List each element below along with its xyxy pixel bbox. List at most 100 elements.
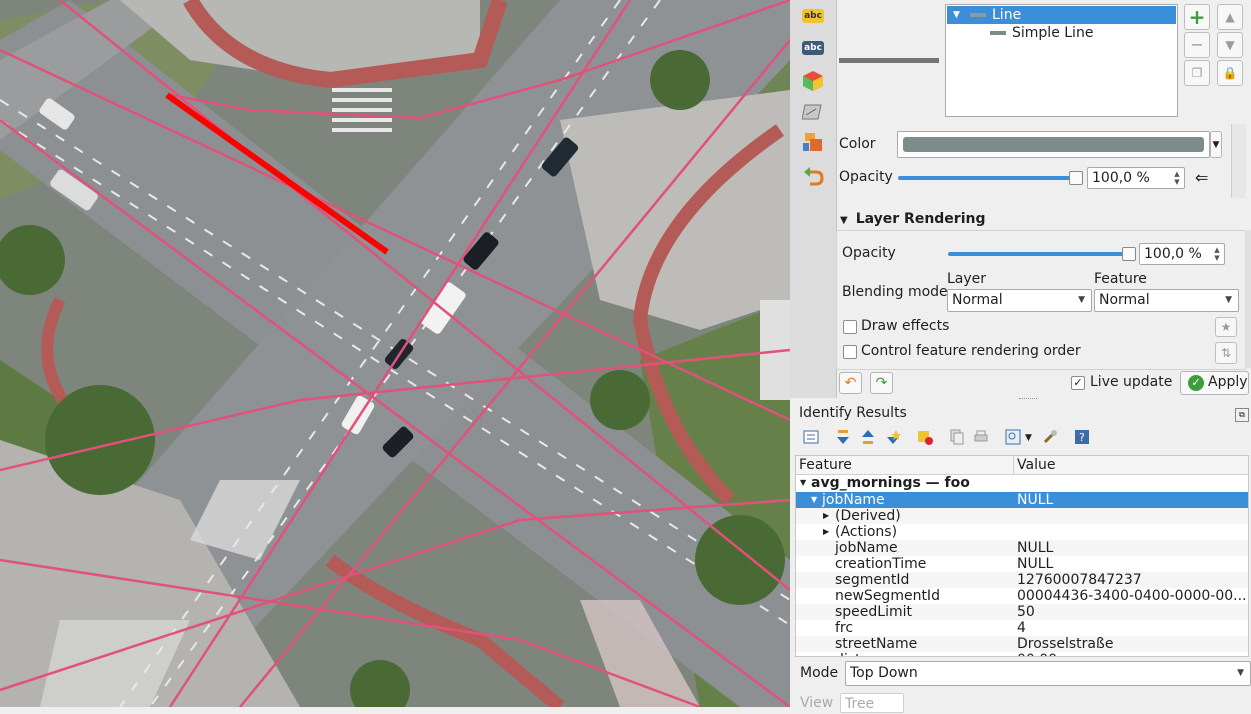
opacity-slider-track[interactable] xyxy=(898,176,1072,180)
expand-all-icon[interactable] xyxy=(835,429,853,447)
map-canvas[interactable] xyxy=(0,0,790,707)
symbol-layer-tree[interactable]: ▼ Line Simple Line xyxy=(945,4,1178,117)
data-defined-override-icon[interactable]: ⇐ xyxy=(1195,168,1217,188)
identify-row[interactable]: creationTime NULL xyxy=(796,556,1248,572)
add-symbol-layer-button[interactable]: + xyxy=(1184,4,1210,30)
expand-view-icon[interactable] xyxy=(803,429,821,447)
mode-value: Top Down xyxy=(850,665,918,681)
tree-item-line[interactable]: ▼ Line xyxy=(947,6,1176,24)
move-up-button[interactable]: ▲ xyxy=(1217,4,1243,30)
identify-row[interactable]: ▶ (Actions) xyxy=(796,524,1248,540)
feature-blend-select[interactable]: Normal ▼ xyxy=(1094,289,1239,312)
identify-row[interactable]: ▶ (Derived) xyxy=(796,508,1248,524)
column-header-value[interactable]: Value xyxy=(1017,456,1055,474)
history-icon[interactable] xyxy=(802,166,824,188)
field-name: jobName xyxy=(822,492,885,508)
layer-opacity-slider-handle[interactable] xyxy=(1122,247,1136,261)
color-swatch xyxy=(903,137,1204,152)
view-label: View xyxy=(800,695,834,711)
spin-arrows-icon[interactable]: ▲ ▼ xyxy=(1172,170,1182,186)
control-order-label: Control feature rendering order xyxy=(861,343,1081,359)
print-icon[interactable] xyxy=(973,429,991,447)
layer-opacity-spinbox[interactable]: 100,0 % ▲ ▼ xyxy=(1139,243,1225,265)
settings-wrench-icon[interactable] xyxy=(1042,429,1060,447)
layer-blend-select[interactable]: Normal ▼ xyxy=(947,289,1092,312)
column-header-feature[interactable]: Feature xyxy=(799,456,852,474)
masks-icon[interactable]: abc xyxy=(802,41,824,55)
labels-icon[interactable]: abc xyxy=(802,9,824,23)
help-icon[interactable]: ? xyxy=(1074,429,1092,447)
expand-arrow-icon[interactable]: ▼ xyxy=(811,492,817,508)
identify-row[interactable]: segmentId 12760007847237 xyxy=(796,572,1248,588)
field-name: creationTime xyxy=(835,556,927,572)
layer-blend-value: Normal xyxy=(952,292,1003,308)
opacity-value: 100,0 % xyxy=(1092,170,1150,186)
field-name: (Actions) xyxy=(835,524,898,540)
view-select[interactable]: Tree xyxy=(840,693,904,713)
expand-arrow-icon[interactable]: ▶ xyxy=(823,524,829,540)
chevron-down-icon[interactable]: ▼ xyxy=(1237,662,1244,685)
3d-view-icon[interactable] xyxy=(802,70,824,92)
identify-mode-icon[interactable] xyxy=(1005,429,1023,447)
copy-feature-icon[interactable] xyxy=(949,429,967,447)
apply-label: Apply xyxy=(1208,374,1248,390)
layer-rendering-header[interactable]: ▼ Layer Rendering xyxy=(840,211,986,227)
identify-row[interactable]: frc 4 xyxy=(796,620,1248,636)
expand-arrow-icon[interactable]: ▼ xyxy=(800,475,806,491)
view-value: Tree xyxy=(845,696,875,712)
redo-button[interactable]: ↷ xyxy=(870,372,893,394)
clear-results-icon[interactable] xyxy=(917,429,935,447)
color-button[interactable] xyxy=(897,131,1210,158)
remove-symbol-layer-button[interactable]: − xyxy=(1184,32,1210,58)
collapse-arrow-icon[interactable]: ▼ xyxy=(840,215,848,226)
identify-table-header: Feature Value xyxy=(796,456,1248,475)
identify-row[interactable]: dist... 00.00 xyxy=(796,652,1248,656)
expand-arrow-icon[interactable]: ▶ xyxy=(823,508,829,524)
field-name: dist... xyxy=(835,652,874,656)
identify-row[interactable]: speedLimit 50 xyxy=(796,604,1248,620)
layer-opacity-slider-track[interactable] xyxy=(948,252,1124,256)
field-name: speedLimit xyxy=(835,604,912,620)
float-panel-icon[interactable]: ⧉ xyxy=(1235,408,1249,422)
live-update-checkbox[interactable]: ✓ xyxy=(1071,376,1085,390)
control-order-checkbox[interactable] xyxy=(843,345,857,359)
line-swatch-icon xyxy=(990,31,1006,35)
identify-row[interactable]: streetName Drosselstraße xyxy=(796,636,1248,652)
order-settings-button[interactable]: ⇅ xyxy=(1215,342,1237,364)
splitter-handle[interactable] xyxy=(1019,398,1037,402)
identify-row-selected[interactable]: ▼ jobName NULL xyxy=(796,492,1248,508)
field-value: NULL xyxy=(1017,492,1054,508)
chevron-down-icon[interactable]: ▼ xyxy=(1225,290,1232,310)
undo-button[interactable]: ↶ xyxy=(839,372,862,394)
field-value: 12760007847237 xyxy=(1017,572,1142,588)
scrollbar[interactable] xyxy=(1245,230,1251,368)
aerial-map-view[interactable] xyxy=(0,0,790,707)
identify-row[interactable]: newSegmentId 00004436-3400-0400-0000-00..… xyxy=(796,588,1248,604)
column-divider[interactable] xyxy=(1013,456,1014,474)
collapse-all-icon[interactable] xyxy=(860,429,878,447)
field-value: 00004436-3400-0400-0000-00... xyxy=(1017,588,1247,604)
identify-row[interactable]: jobName NULL xyxy=(796,540,1248,556)
color-dropdown-button[interactable]: ▼ xyxy=(1210,131,1222,158)
chevron-down-icon[interactable]: ▼ xyxy=(1078,290,1085,310)
expand-new-icon[interactable] xyxy=(885,429,903,447)
color-label: Color xyxy=(839,136,876,152)
identify-layer-row[interactable]: ▼ avg_mornings — foo xyxy=(796,475,1248,491)
effects-settings-button[interactable]: ★ xyxy=(1215,317,1237,337)
diagrams-icon[interactable] xyxy=(801,101,824,123)
draw-effects-checkbox[interactable] xyxy=(843,320,857,334)
scrollbar[interactable] xyxy=(1231,124,1246,198)
apply-button[interactable]: ✓ Apply xyxy=(1180,371,1249,395)
lock-button[interactable]: 🔒 xyxy=(1217,60,1243,86)
tree-item-simple-line[interactable]: Simple Line xyxy=(947,24,1176,42)
duplicate-button[interactable]: ❐ xyxy=(1184,60,1210,86)
dropdown-arrow-icon[interactable]: ▼ xyxy=(1025,429,1043,447)
identify-results-tree[interactable]: Feature Value ▼ avg_mornings — foo ▼ jobN… xyxy=(795,455,1249,657)
expand-arrow-icon[interactable]: ▼ xyxy=(953,6,960,24)
rendering-icon[interactable] xyxy=(802,131,824,153)
opacity-slider-handle[interactable] xyxy=(1069,171,1083,185)
spin-arrows-icon[interactable]: ▲ ▼ xyxy=(1212,246,1222,262)
move-down-button[interactable]: ▼ xyxy=(1217,32,1243,58)
mode-select[interactable]: Top Down ▼ xyxy=(845,661,1251,686)
opacity-spinbox[interactable]: 100,0 % ▲ ▼ xyxy=(1087,167,1185,189)
